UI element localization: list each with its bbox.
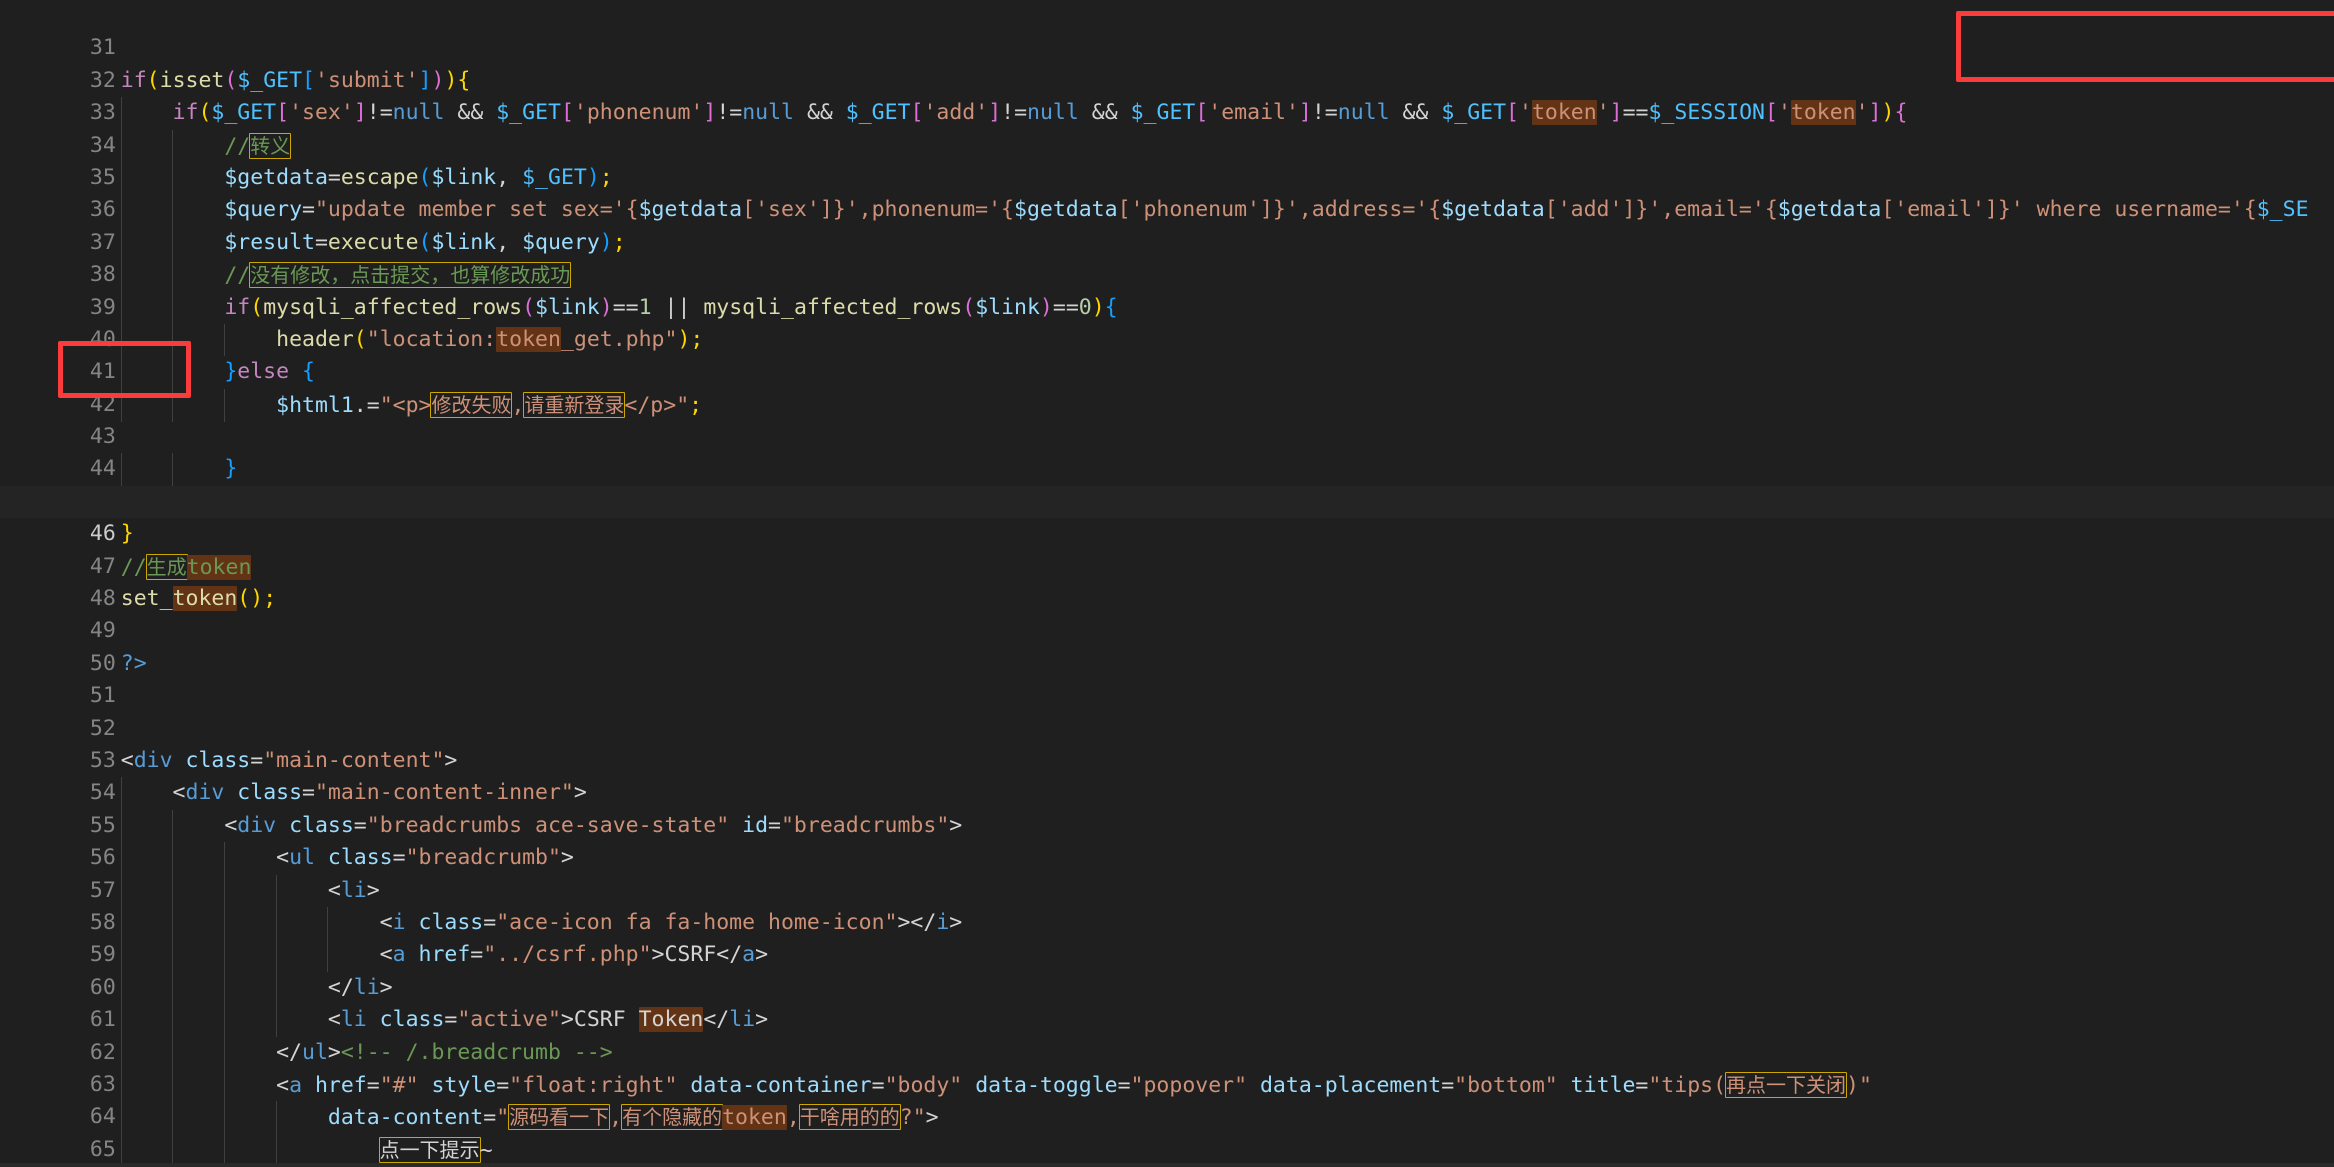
editor-line[interactable]: 42 $html1.="<p>修改失败,请重新登录</p>"; (0, 356, 2334, 423)
editor-line[interactable]: 40 header("location:token_get.php"); (0, 292, 2334, 357)
editor-line[interactable]: 39 if(mysqli_affected_rows($link)==1 || … (0, 259, 2334, 324)
editor-line[interactable]: 31 (0, 0, 2334, 60)
editor-line[interactable]: 47//生成token (0, 518, 2334, 580)
editor-line[interactable]: 66 </a> (0, 1134, 2334, 1167)
editor-line[interactable]: 48 set_token(); (0, 551, 2334, 612)
editor-line[interactable]: 50 ?> (0, 615, 2334, 676)
editor-line[interactable]: 32 if(isset($_GET['submit'])){ (0, 32, 2334, 93)
editor-line[interactable]: 64 data-content="源码看一下,有个隐藏的token,干啥用的的?… (0, 1069, 2334, 1135)
editor-line[interactable]: 33 if($_GET['sex']!=null && $_GET['phone… (0, 65, 2334, 130)
editor-line[interactable]: 55 <div class="breadcrumbs ace-save-stat… (0, 777, 2334, 843)
editor-line[interactable]: 60 </li> (0, 939, 2334, 1005)
code-editor[interactable]: 31 32 if(isset($_GET['submit'])){ 33 if($… (0, 0, 2334, 1167)
editor-line[interactable]: 57 <li> (0, 842, 2334, 907)
editor-line[interactable]: 65 点一下提示~ (0, 1101, 2334, 1167)
horizontal-scrollbar[interactable] (0, 1163, 2334, 1167)
editor-line[interactable]: 41 }else { (0, 324, 2334, 389)
editor-line[interactable]: 37 $result=execute($link, $query); (0, 194, 2334, 260)
editor-line[interactable]: 34 //转义 (0, 97, 2334, 163)
editor-line[interactable]: 45 } (0, 453, 2334, 519)
editor-line[interactable]: 58 <i class="ace-icon fa fa-home home-ic… (0, 875, 2334, 940)
editor-line[interactable]: 51 (0, 648, 2334, 708)
editor-line[interactable]: 44 } (0, 421, 2334, 486)
editor-line[interactable]: 53 <div class="main-content"> (0, 713, 2334, 773)
editor-line-current[interactable]: 46} (0, 485, 2334, 546)
editor-line[interactable]: 63 <a href="#" style="float:right" data-… (0, 1037, 2334, 1103)
editor-line[interactable]: 59 <a href="../csrf.php">CSRF</a> (0, 907, 2334, 972)
editor-line[interactable]: 56 <ul class="breadcrumb"> (0, 810, 2334, 875)
editor-line[interactable]: 52 (0, 680, 2334, 741)
editor-line[interactable]: 61 <li class="active">CSRF Token</li> (0, 972, 2334, 1037)
editor-line[interactable]: 54 <div class="main-content-inner"> (0, 745, 2334, 810)
editor-line[interactable]: 49 (0, 583, 2334, 643)
editor-line[interactable]: 35 $getdata=escape($link, $_GET); (0, 130, 2334, 195)
editor-line[interactable]: 62 </ul><!-- /.breadcrumb --> (0, 1004, 2334, 1069)
editor-line[interactable]: 36 $query="update member set sex='{$getd… (0, 162, 2334, 227)
editor-line[interactable]: 43 (0, 389, 2334, 449)
editor-line[interactable]: 38 //没有修改，点击提交，也算修改成功 (0, 227, 2334, 293)
